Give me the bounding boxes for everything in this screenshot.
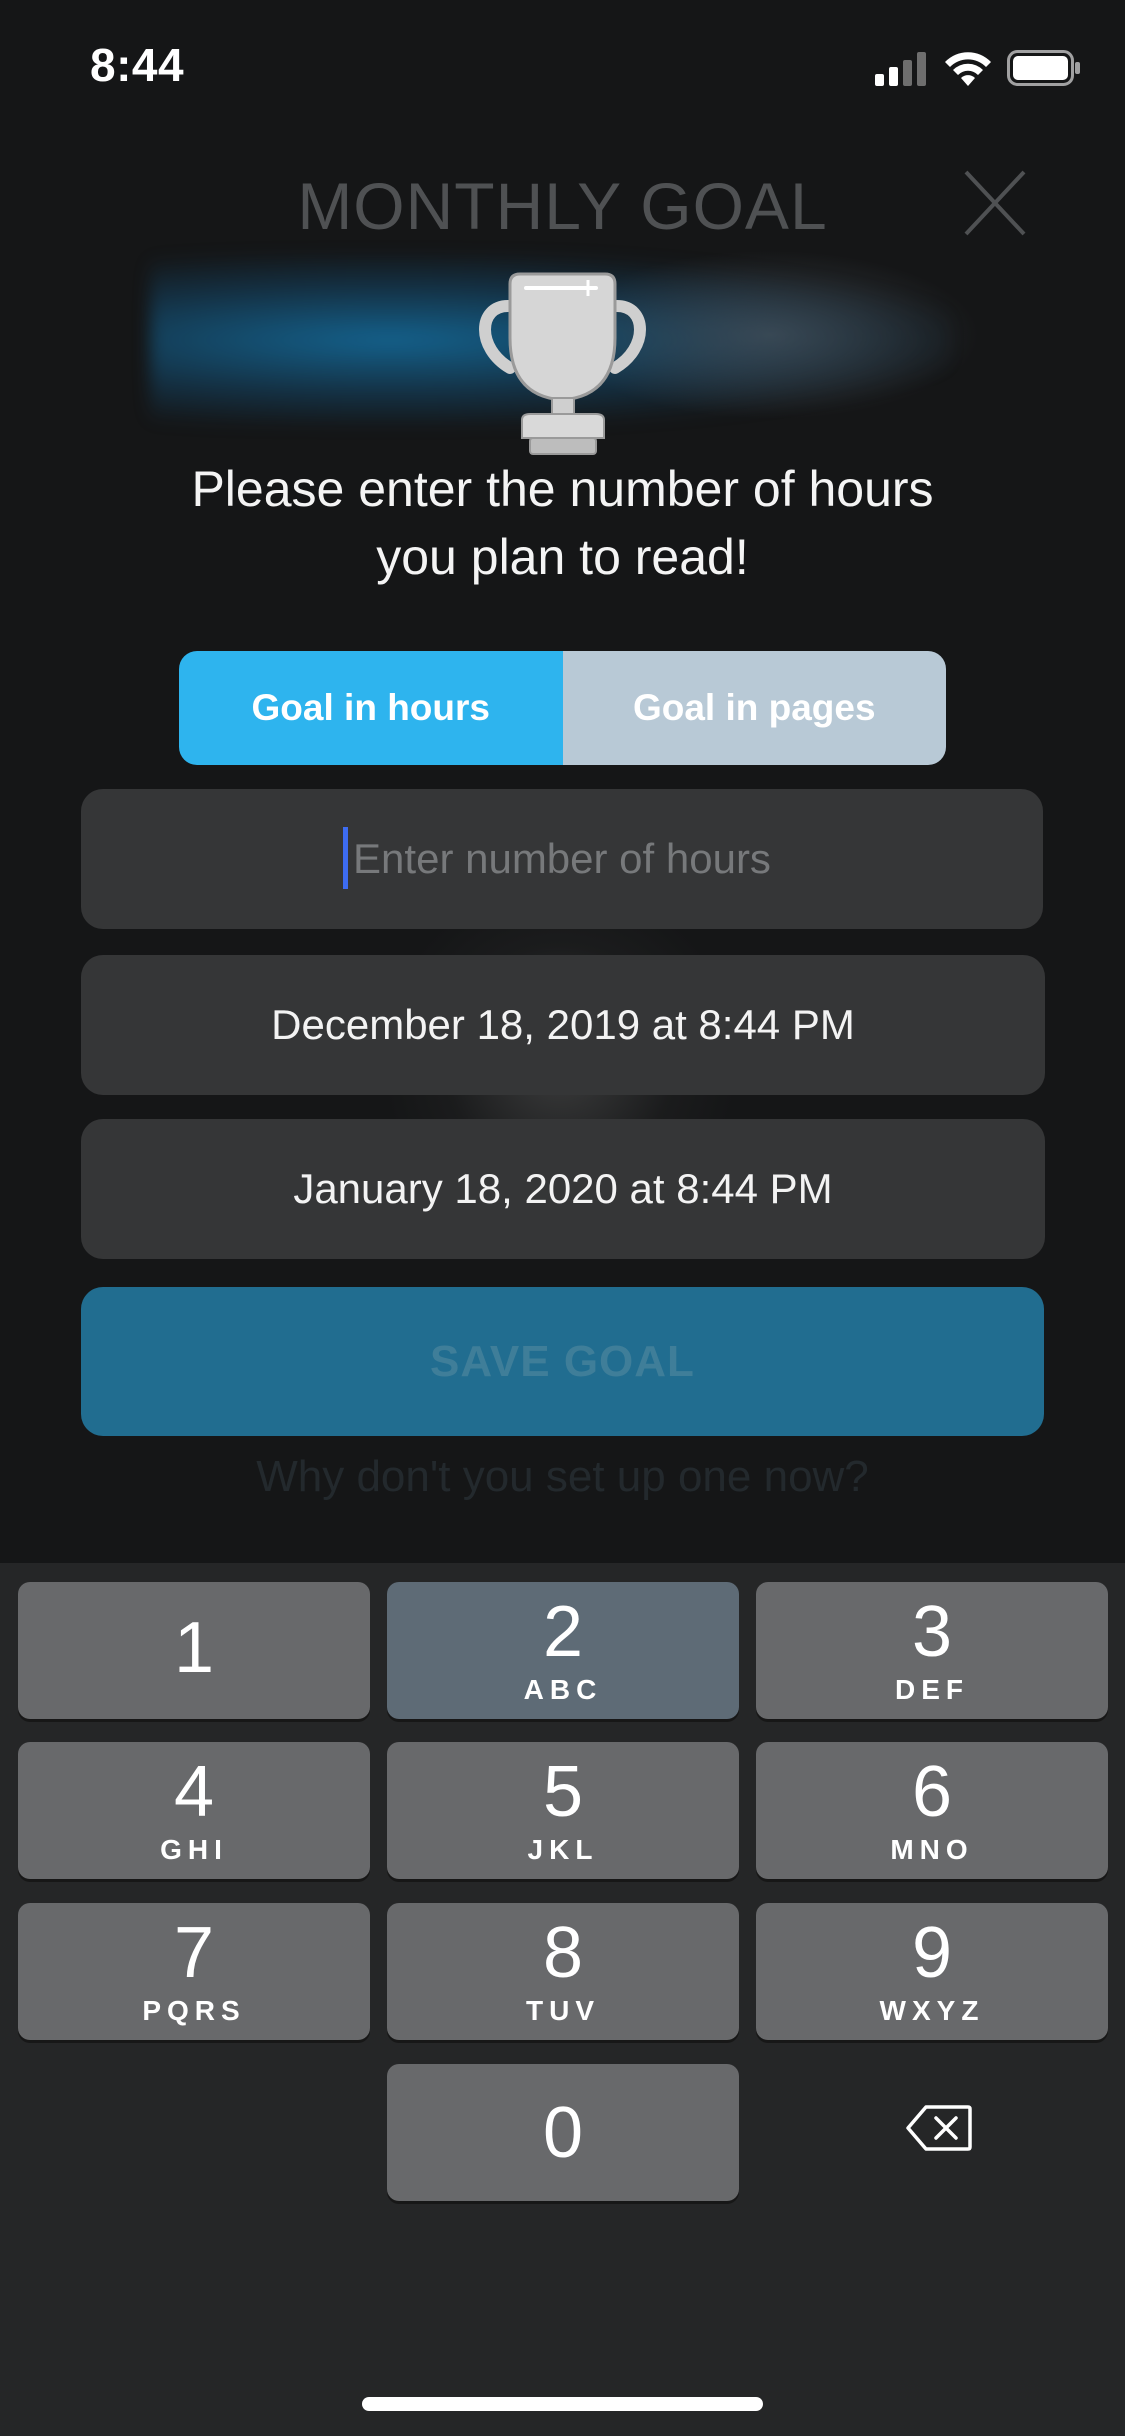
key-3[interactable]: 3 DEF <box>756 1582 1108 1719</box>
key-letters: ABC <box>523 1673 603 1705</box>
key-2[interactable]: 2 ABC <box>387 1582 739 1719</box>
start-date-field[interactable]: December 18, 2019 at 8:44 PM <box>81 955 1045 1095</box>
page-title: MONTHLY GOAL <box>297 169 828 243</box>
key-6[interactable]: 6 MNO <box>756 1742 1108 1879</box>
close-icon <box>964 170 1026 236</box>
key-letters: PQRS <box>142 1994 246 2026</box>
hours-input-placeholder-text: Enter number of hours <box>353 835 771 882</box>
key-digit: 8 <box>542 1912 584 1993</box>
goal-prompt-line: you plan to read! <box>376 529 749 585</box>
key-0[interactable]: 0 <box>387 2064 739 2201</box>
save-goal-button[interactable]: SAVE GOAL <box>81 1287 1044 1436</box>
status-icons <box>875 50 1081 86</box>
key-letters: TUV <box>526 1994 600 2026</box>
key-4[interactable]: 4 GHI <box>18 1742 370 1879</box>
backspace-icon <box>906 2105 972 2151</box>
key-5[interactable]: 5 JKL <box>387 1742 739 1879</box>
close-button[interactable] <box>960 168 1030 238</box>
key-digit: 0 <box>542 2092 584 2173</box>
key-1[interactable]: 1 <box>18 1582 370 1719</box>
key-letters: JKL <box>527 1833 599 1865</box>
key-letters: DEF <box>895 1673 969 1705</box>
text-caret <box>343 827 349 889</box>
key-digit: 2 <box>542 1591 584 1672</box>
key-7[interactable]: 7 PQRS <box>18 1903 370 2040</box>
key-9[interactable]: 9 WXYZ <box>756 1903 1108 2040</box>
key-digit: 1 <box>173 1607 215 1688</box>
key-digit: 5 <box>542 1751 584 1832</box>
key-digit: 9 <box>911 1912 953 1993</box>
trophy-icon <box>470 268 655 458</box>
segment-goal-in-pages[interactable]: Goal in pages <box>562 651 946 765</box>
end-date-field[interactable]: January 18, 2020 at 8:44 PM <box>81 1119 1045 1259</box>
key-letters: WXYZ <box>879 1994 985 2026</box>
goal-prompt-line: Please enter the number of hours <box>191 461 934 517</box>
key-digit: 4 <box>173 1751 215 1832</box>
hours-input-placeholder: Enter number of hours <box>343 827 771 889</box>
key-8[interactable]: 8 TUV <box>387 1903 739 2040</box>
key-digit: 6 <box>911 1751 953 1832</box>
key-digit: 3 <box>911 1591 953 1672</box>
segment-goal-in-hours[interactable]: Goal in hours <box>179 651 563 765</box>
backspace-key[interactable] <box>906 2104 972 2152</box>
key-letters: GHI <box>160 1833 228 1865</box>
goal-type-segmented-control: Goal in hours Goal in pages <box>179 651 946 765</box>
goal-prompt: Please enter the number of hours you pla… <box>0 455 1125 591</box>
key-digit: 7 <box>173 1912 215 1993</box>
wifi-icon <box>945 52 991 86</box>
home-indicator[interactable] <box>362 2397 763 2411</box>
hours-input[interactable]: Enter number of hours <box>81 789 1043 929</box>
status-time: 8:44 <box>90 39 185 91</box>
battery-icon <box>1007 50 1080 86</box>
numeric-keypad: 1 2 ABC 3 DEF 4 GHI 5 JKL 6 MNO 7 PQRS 8… <box>0 1563 1125 2436</box>
key-letters: MNO <box>890 1833 974 1865</box>
background-empty-state-text: Why don't you set up one now? <box>256 1452 869 1501</box>
cellular-signal-icon <box>875 52 926 86</box>
